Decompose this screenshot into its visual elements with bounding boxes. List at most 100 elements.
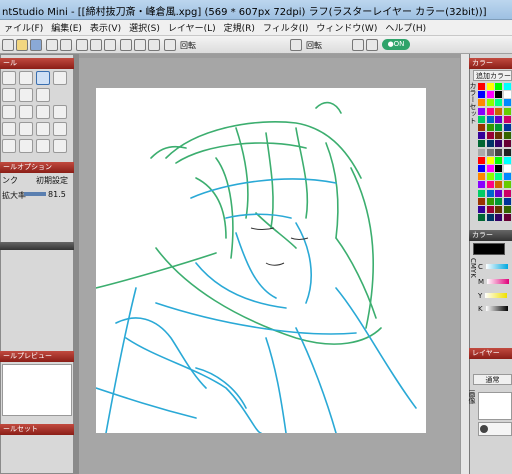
palette-swatch[interactable] (486, 148, 494, 156)
palette-swatch[interactable] (486, 107, 494, 115)
palette-swatch[interactable] (503, 206, 511, 213)
color-tool-icon[interactable] (53, 139, 67, 153)
open-folder-icon[interactable] (16, 39, 28, 51)
brush-tool-icon[interactable] (36, 105, 50, 119)
palette-swatch[interactable] (486, 99, 494, 107)
select-rect-icon[interactable] (2, 88, 16, 102)
rotate-icon[interactable] (164, 39, 176, 51)
eraser-tool-icon[interactable] (2, 122, 16, 136)
menu-edit[interactable]: 編集(E) (47, 21, 86, 34)
palette-swatch[interactable] (503, 140, 511, 148)
color-palette[interactable] (478, 83, 512, 223)
palette-swatch[interactable] (495, 124, 502, 131)
palette-swatch[interactable] (478, 132, 485, 140)
palette-swatch[interactable] (495, 83, 502, 90)
palette-swatch[interactable] (495, 189, 502, 197)
palette-swatch[interactable] (495, 214, 502, 222)
palette-swatch[interactable] (495, 173, 502, 181)
palette-swatch[interactable] (478, 148, 485, 156)
palette-swatch[interactable] (486, 124, 494, 131)
palette-swatch[interactable] (486, 156, 494, 164)
palette-swatch[interactable] (486, 132, 494, 140)
palette-swatch[interactable] (478, 115, 485, 123)
mirror-icon[interactable] (366, 39, 378, 51)
zoom-slider[interactable] (24, 192, 46, 196)
palette-swatch[interactable] (478, 197, 485, 205)
cmyk-y-row[interactable]: Y (478, 292, 512, 301)
redo-icon[interactable] (60, 39, 72, 51)
palette-swatch[interactable] (503, 115, 511, 123)
curve-tool-icon[interactable] (53, 122, 67, 136)
palette-swatch[interactable] (486, 91, 494, 99)
palette-swatch[interactable] (478, 214, 485, 222)
palette-swatch[interactable] (478, 165, 485, 172)
undo-icon[interactable] (46, 39, 58, 51)
cmyk-m-row[interactable]: M (478, 278, 512, 287)
pencil-tool-icon[interactable] (19, 105, 33, 119)
blend-mode-select[interactable]: 通常 (473, 374, 512, 385)
palette-swatch[interactable] (503, 189, 511, 197)
flip-icon[interactable] (352, 39, 364, 51)
save-icon[interactable] (30, 39, 42, 51)
palette-swatch[interactable] (495, 165, 502, 172)
zoom-value[interactable]: 81.5 (48, 190, 66, 199)
palette-swatch[interactable] (503, 107, 511, 115)
fill-tool-icon[interactable] (2, 139, 16, 153)
palette-swatch[interactable] (503, 181, 511, 189)
palette-swatch[interactable] (486, 189, 494, 197)
menu-file[interactable]: ァイル(F) (0, 21, 47, 34)
text-tool-icon[interactable] (36, 139, 50, 153)
palette-swatch[interactable] (495, 206, 502, 213)
palette-swatch[interactable] (495, 197, 502, 205)
palette-swatch[interactable] (503, 197, 511, 205)
palette-swatch[interactable] (478, 99, 485, 107)
add-color-button[interactable]: 追加カラー (473, 70, 512, 81)
palette-swatch[interactable] (478, 83, 485, 90)
select-all-icon[interactable] (120, 39, 132, 51)
move-tool-icon[interactable] (2, 71, 16, 85)
toggle-badge[interactable]: ●ON (382, 39, 410, 50)
palette-swatch[interactable] (495, 99, 502, 107)
palette-swatch[interactable] (478, 140, 485, 148)
palette-swatch[interactable] (503, 132, 511, 140)
palette-swatch[interactable] (503, 99, 511, 107)
menu-view[interactable]: 表示(V) (86, 21, 125, 34)
layer-rotate-icon[interactable] (290, 39, 302, 51)
current-color-swatch[interactable] (473, 243, 505, 255)
pen-tool-icon[interactable] (2, 105, 16, 119)
copy-icon[interactable] (90, 39, 102, 51)
paste-icon[interactable] (104, 39, 116, 51)
palette-swatch[interactable] (478, 107, 485, 115)
line-tool-icon[interactable] (36, 122, 50, 136)
airbrush-tool-icon[interactable] (53, 105, 67, 119)
drawing-paper[interactable] (95, 88, 426, 434)
palette-swatch[interactable] (478, 173, 485, 181)
menu-layer[interactable]: レイヤー(L) (164, 21, 220, 34)
palette-swatch[interactable] (486, 181, 494, 189)
layer-thumbnail[interactable] (478, 392, 512, 420)
blur-tool-icon[interactable] (19, 122, 33, 136)
palette-swatch[interactable] (503, 124, 511, 131)
hand-tool-icon[interactable] (19, 71, 33, 85)
palette-swatch[interactable] (495, 148, 502, 156)
menu-filter[interactable]: フィルタ(I) (259, 21, 313, 34)
eye-icon[interactable] (480, 425, 488, 433)
palette-swatch[interactable] (495, 140, 502, 148)
palette-swatch[interactable] (495, 156, 502, 164)
palette-swatch[interactable] (503, 165, 511, 172)
palette-swatch[interactable] (486, 115, 494, 123)
palette-swatch[interactable] (495, 107, 502, 115)
palette-swatch[interactable] (478, 206, 485, 213)
palette-swatch[interactable] (478, 189, 485, 197)
palette-swatch[interactable] (503, 173, 511, 181)
palette-swatch[interactable] (503, 148, 511, 156)
option-tab[interactable]: ンク (2, 175, 18, 186)
palette-swatch[interactable] (478, 124, 485, 131)
invert-selection-icon[interactable] (148, 39, 160, 51)
cmyk-c-row[interactable]: C (478, 263, 512, 272)
palette-swatch[interactable] (503, 83, 511, 90)
new-file-icon[interactable] (2, 39, 14, 51)
menu-window[interactable]: ウィンドウ(W) (312, 21, 381, 34)
menu-help[interactable]: ヘルプ(H) (381, 21, 430, 34)
eyedropper-tool-icon[interactable] (53, 71, 67, 85)
